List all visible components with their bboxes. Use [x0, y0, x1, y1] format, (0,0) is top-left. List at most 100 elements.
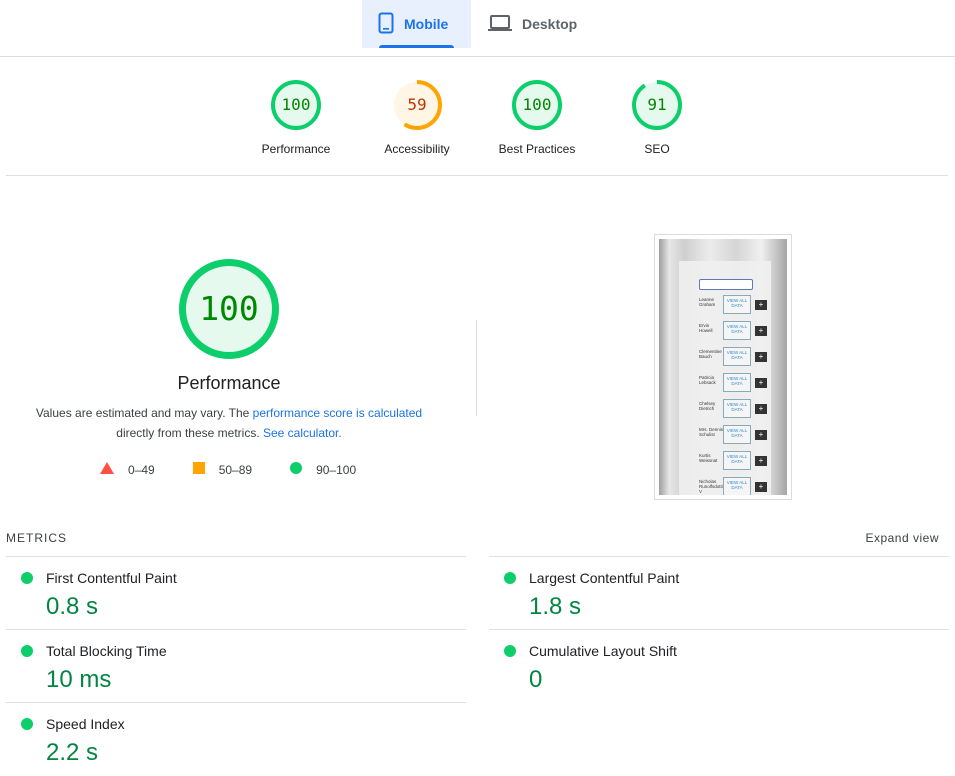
- metric-largest-contentful-paint: Largest Contentful Paint 1.8 s: [489, 556, 949, 630]
- desc-text: directly from these metrics.: [116, 426, 263, 440]
- laptop-icon: [488, 14, 512, 35]
- tab-desktop[interactable]: Desktop: [472, 0, 592, 48]
- pass-circle-icon: [21, 645, 33, 657]
- screenshot-row: Mrs. Dennis Schulist VIEW ALL DATA +: [699, 425, 769, 445]
- screenshot-add-button: +: [755, 378, 767, 388]
- gauge-label: Performance: [261, 142, 331, 156]
- legend-range: 0–49: [128, 462, 155, 477]
- gauge-ring: 100: [271, 80, 321, 130]
- screenshot-row-name: Clementine Bauch: [699, 349, 722, 359]
- performance-title: Performance: [177, 373, 281, 393]
- page-screenshot-thumbnail[interactable]: Leanne Graham VIEW ALL DATA + Ervin Howell V…: [654, 234, 792, 500]
- gauge-score: 91: [647, 95, 667, 114]
- metric-value: 1.8 s: [529, 593, 582, 620]
- metric-first-contentful-paint: First Contentful Paint 0.8 s: [6, 556, 466, 630]
- metric-total-blocking-time: Total Blocking Time 10 ms: [6, 629, 466, 703]
- metric-value: 2.2 s: [46, 739, 99, 766]
- screenshot-row: Ervin Howell VIEW ALL DATA +: [699, 321, 769, 341]
- performance-description: Values are estimated and may vary. The p…: [20, 403, 438, 443]
- screenshot-view-button: VIEW ALL DATA: [723, 451, 751, 470]
- metric-cumulative-layout-shift: Cumulative Layout Shift 0: [489, 629, 949, 703]
- gauge-score: 59: [407, 95, 427, 114]
- metric-speed-index: Speed Index 2.2 s: [6, 702, 466, 776]
- triangle-icon: [100, 462, 114, 477]
- legend-pass: 90–100: [290, 462, 356, 477]
- screenshot-add-button: +: [755, 326, 767, 336]
- metric-title: Cumulative Layout Shift: [529, 643, 677, 659]
- metric-title: Largest Contentful Paint: [529, 570, 680, 586]
- screenshot-row: Leanne Graham VIEW ALL DATA +: [699, 295, 769, 315]
- screenshot-add-button: +: [755, 430, 767, 440]
- performance-gauge: 100: [179, 259, 279, 359]
- tab-mobile[interactable]: Mobile: [362, 0, 471, 48]
- pass-circle-icon: [21, 718, 33, 730]
- screenshot-row: Clementine Bauch VIEW ALL DATA +: [699, 347, 769, 367]
- screenshot-view-button: VIEW ALL DATA: [723, 477, 751, 495]
- pass-circle-icon: [504, 572, 516, 584]
- gauge-score: 100: [199, 289, 259, 328]
- screenshot-view-button: VIEW ALL DATA: [723, 373, 751, 392]
- gauge-ring: 91: [632, 80, 682, 130]
- screenshot-row-name: Chelsey Dietrich: [699, 401, 716, 411]
- gauge-label: Accessibility: [384, 142, 450, 156]
- screenshot-search-box: [699, 279, 753, 290]
- phone-icon: [378, 12, 394, 37]
- metric-title: Speed Index: [46, 716, 125, 732]
- gauge-ring: 100: [512, 80, 562, 130]
- screenshot-add-button: +: [755, 300, 767, 310]
- screenshot-row-name: Nicholas Runolfsdottir V: [699, 479, 725, 494]
- legend-range: 90–100: [316, 462, 357, 477]
- gauge-score: 100: [281, 95, 311, 114]
- desc-text: Values are estimated and may vary. The: [35, 406, 253, 420]
- screenshot-row-name: Patricia Lebsack: [699, 375, 716, 385]
- screenshot-view-button: VIEW ALL DATA: [723, 425, 751, 444]
- screenshot-add-button: +: [755, 352, 767, 362]
- metric-title: Total Blocking Time: [46, 643, 167, 659]
- screenshot-view-button: VIEW ALL DATA: [723, 321, 751, 340]
- legend-fail: 0–49: [100, 462, 155, 477]
- screenshot-add-button: +: [755, 482, 767, 492]
- screenshot-row: Patricia Lebsack VIEW ALL DATA +: [699, 373, 769, 393]
- performance-score-link[interactable]: performance score is calculated: [253, 406, 422, 420]
- screenshot-row-name: Leanne Graham: [699, 297, 716, 307]
- pass-circle-icon: [504, 645, 516, 657]
- screenshot-add-button: +: [755, 456, 767, 466]
- device-tabs: Mobile Desktop: [0, 0, 955, 48]
- circle-icon: [290, 462, 303, 477]
- screenshot-view-button: VIEW ALL DATA: [723, 399, 751, 418]
- divider: [6, 175, 948, 176]
- gauge-score: 100: [522, 95, 552, 114]
- tab-mobile-label: Mobile: [404, 16, 449, 32]
- screenshot-view-button: VIEW ALL DATA: [723, 347, 751, 366]
- metrics-heading: METRICS: [6, 531, 67, 545]
- gauge-performance[interactable]: 100 Performance: [236, 80, 356, 156]
- expand-view-button[interactable]: Expand view: [865, 531, 939, 545]
- gauge-seo[interactable]: 91 SEO: [597, 80, 717, 156]
- metric-value: 0: [529, 666, 543, 693]
- metric-value: 0.8 s: [46, 593, 99, 620]
- gauge-accessibility[interactable]: 59 Accessibility: [357, 80, 477, 156]
- gauge-ring: 59: [392, 80, 442, 130]
- gauge-label: Best Practices: [498, 142, 576, 156]
- screenshot-add-button: +: [755, 404, 767, 414]
- panel-border: [0, 56, 955, 57]
- screenshot-image: Leanne Graham VIEW ALL DATA + Ervin Howell V…: [659, 239, 787, 495]
- vertical-divider: [476, 320, 477, 416]
- see-calculator-link[interactable]: See calculator.: [263, 426, 342, 440]
- square-icon: [192, 462, 205, 477]
- screenshot-row-name: Kurtis Weissnat: [699, 453, 718, 463]
- score-legend: 0–49 50–89 90–100: [100, 462, 394, 477]
- gauge-best-practices[interactable]: 100 Best Practices: [477, 80, 597, 156]
- pass-circle-icon: [21, 572, 33, 584]
- screenshot-view-button: VIEW ALL DATA: [723, 295, 751, 314]
- tab-desktop-label: Desktop: [522, 16, 578, 32]
- screenshot-row: Kurtis Weissnat VIEW ALL DATA +: [699, 451, 769, 471]
- screenshot-row: Chelsey Dietrich VIEW ALL DATA +: [699, 399, 769, 419]
- gauge-label: SEO: [644, 142, 670, 156]
- screenshot-row-name: Ervin Howell: [699, 323, 713, 333]
- legend-average: 50–89: [192, 462, 253, 477]
- screenshot-row: Nicholas Runolfsdottir V VIEW ALL DATA +: [699, 477, 769, 495]
- metric-title: First Contentful Paint: [46, 570, 177, 586]
- legend-range: 50–89: [218, 462, 253, 477]
- metric-value: 10 ms: [46, 666, 112, 693]
